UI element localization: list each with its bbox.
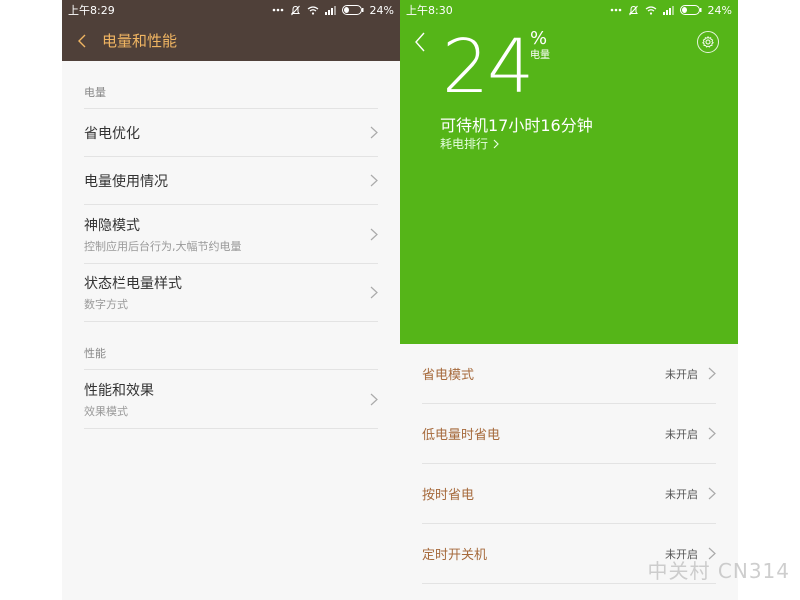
chevron-right-icon	[708, 367, 716, 380]
battery-icon	[679, 5, 702, 15]
usage-ranking-label: 耗电排行	[440, 137, 489, 151]
battery-level: 24	[442, 24, 534, 110]
status-time: 上午8:30	[406, 4, 453, 17]
chevron-right-icon	[708, 427, 716, 440]
power-mode-list: 省电模式 未开启 低电量时省电 未开启 按时省电 未开启 定时开关机 未开启	[422, 344, 716, 584]
chevron-right-icon	[370, 286, 378, 299]
battery-percent: 24%	[707, 3, 732, 17]
list-item-low-battery-saving[interactable]: 低电量时省电 未开启	[422, 404, 716, 464]
chevron-left-icon	[78, 34, 86, 47]
status-value: 未开启	[665, 427, 698, 441]
wifi-icon	[645, 5, 657, 15]
chevron-right-icon	[370, 393, 378, 405]
battery-hero: 上午8:30 24% 24 % 电量 可待机17小时16分钟 耗电排行	[400, 0, 738, 344]
list-item-label: 定时开关机	[422, 548, 488, 563]
title-bar: 电量和性能	[62, 20, 400, 61]
section-header-performance: 性能	[84, 322, 378, 370]
chevron-left-icon	[415, 32, 425, 52]
page-title: 电量和性能	[102, 32, 178, 50]
right-screen: 上午8:30 24% 24 % 电量 可待机17小时16分钟 耗电排行 省电模式…	[400, 0, 738, 600]
list-item-label: 神隐模式	[84, 217, 140, 234]
list-item-label: 低电量时省电	[422, 428, 501, 443]
settings-button[interactable]	[697, 31, 719, 53]
list-item-statusbar-battery-style[interactable]: 状态栏电量样式 数字方式	[84, 264, 378, 322]
list-item-subtitle: 数字方式	[84, 298, 128, 311]
wifi-icon	[307, 5, 319, 15]
mute-icon	[290, 5, 301, 16]
status-value: 未开启	[665, 367, 698, 381]
gear-icon	[702, 36, 714, 48]
more-icon	[272, 8, 284, 12]
more-icon	[610, 8, 622, 12]
list-item-label: 省电模式	[422, 368, 475, 383]
signal-icon	[324, 5, 336, 15]
status-value: 未开启	[665, 487, 698, 501]
back-button[interactable]	[414, 32, 426, 56]
status-bar: 上午8:30 24%	[400, 0, 738, 20]
list-item-label: 省电优化	[84, 125, 140, 142]
signal-icon	[662, 5, 674, 15]
mute-icon	[628, 5, 639, 16]
list-item-label: 电量使用情况	[84, 173, 168, 190]
chevron-right-icon	[493, 139, 499, 148]
left-header: 上午8:29 24% 电量和性能	[62, 0, 400, 61]
watermark: 中关村 CN314	[647, 559, 790, 583]
status-bar: 上午8:29 24%	[62, 0, 400, 20]
left-screen: 上午8:29 24% 电量和性能 电量 省电优化 电量使用情况 神隐模式 控制应…	[62, 0, 400, 600]
list-item-subtitle: 控制应用后台行为,大幅节约电量	[84, 239, 242, 253]
status-time: 上午8:29	[68, 4, 115, 17]
back-button[interactable]	[62, 20, 102, 61]
list-item-label: 按时省电	[422, 488, 475, 503]
list-item-label: 状态栏电量样式	[84, 276, 182, 292]
standby-time: 可待机17小时16分钟	[440, 116, 593, 135]
list-item-power-optimization[interactable]: 省电优化	[84, 109, 378, 157]
section-header-battery: 电量	[84, 61, 378, 109]
battery-icon	[341, 5, 364, 15]
battery-percent: 24%	[369, 3, 394, 17]
list-item-subtitle: 效果模式	[84, 404, 128, 418]
chevron-right-icon	[708, 487, 716, 500]
list-item-label: 性能和效果	[84, 382, 154, 399]
list-item-scheduled-saving[interactable]: 按时省电 未开启	[422, 464, 716, 524]
chevron-right-icon	[370, 228, 378, 240]
settings-list: 电量 省电优化 电量使用情况 神隐模式 控制应用后台行为,大幅节约电量 状态栏电…	[84, 61, 378, 429]
list-item-performance-effects[interactable]: 性能和效果 效果模式	[84, 370, 378, 429]
percent-label: 电量	[530, 50, 550, 61]
list-item-battery-usage[interactable]: 电量使用情况	[84, 157, 378, 205]
chevron-right-icon	[370, 174, 378, 187]
list-item-power-saving-mode[interactable]: 省电模式 未开启	[422, 344, 716, 404]
list-item-stealth-mode[interactable]: 神隐模式 控制应用后台行为,大幅节约电量	[84, 205, 378, 264]
usage-ranking-link[interactable]: 耗电排行	[440, 135, 499, 152]
chevron-right-icon	[370, 126, 378, 139]
